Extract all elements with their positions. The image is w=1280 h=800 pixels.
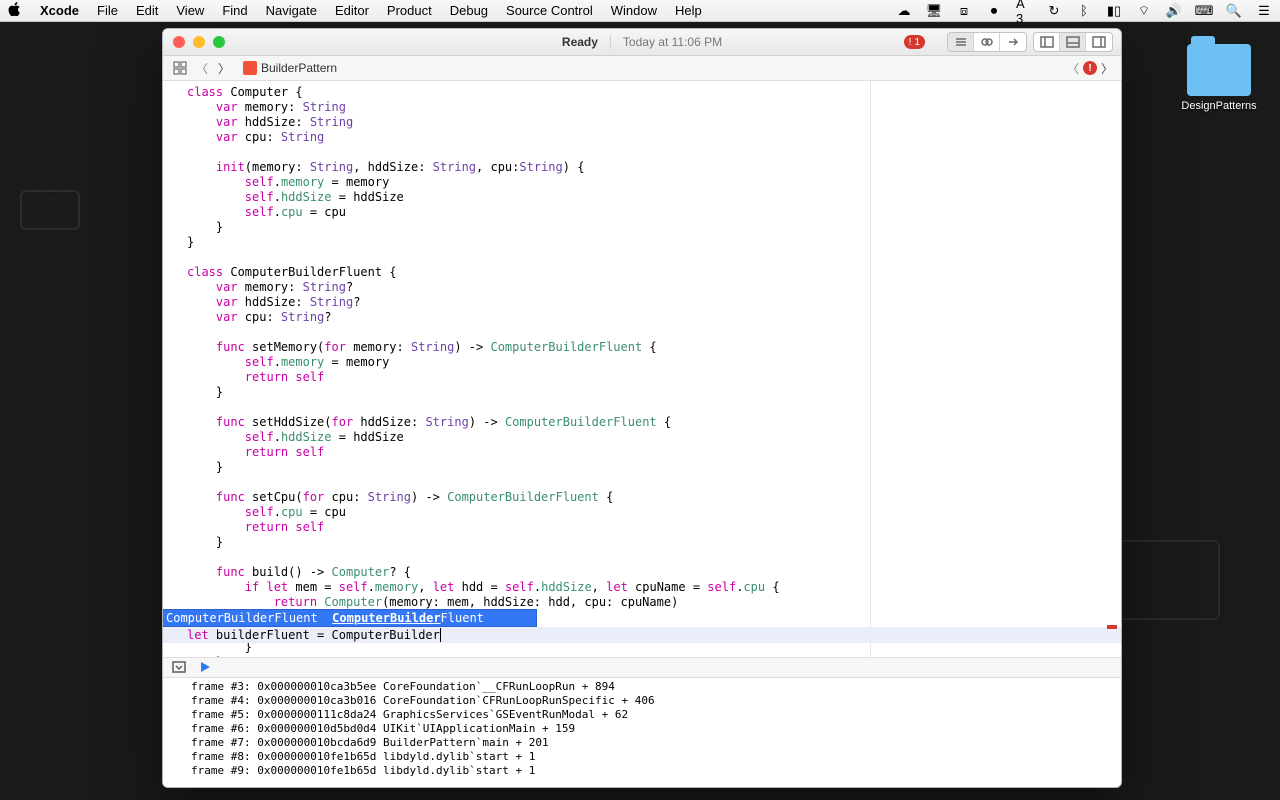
back-button[interactable]: 〈 <box>193 59 211 77</box>
forward-button[interactable]: 〉 <box>215 59 233 77</box>
error-count: 1 <box>914 37 920 48</box>
console-line: frame #6: 0x000000010d5bd0d4 UIKit`UIApp… <box>191 722 575 735</box>
version-editor-button[interactable] <box>1000 33 1026 51</box>
toggle-inspector-button[interactable] <box>1086 33 1112 51</box>
editor-mode-segment <box>947 32 1027 52</box>
menu-file[interactable]: File <box>97 3 118 18</box>
status-bluetooth-icon[interactable]: ᛒ <box>1076 4 1092 18</box>
console-line: frame #3: 0x000000010ca3b5ee CoreFoundat… <box>191 680 615 693</box>
panel-toggle-segment <box>1033 32 1113 52</box>
build-status: Ready <box>562 35 598 49</box>
folder-label: DesignPatterns <box>1176 100 1262 112</box>
window-titlebar: Ready Today at 11:06 PM ! 1 <box>163 29 1121 56</box>
toggle-console-button[interactable] <box>171 659 187 675</box>
apple-menu-icon[interactable] <box>8 2 22 19</box>
issue-badge[interactable]: ! <box>1083 61 1097 75</box>
error-icon: ! <box>909 37 912 48</box>
console-line: frame #4: 0x000000010ca3b016 CoreFoundat… <box>191 694 655 707</box>
status-volume-icon[interactable]: 🔊 <box>1166 4 1182 18</box>
desktop-folder[interactable]: DesignPatterns <box>1176 44 1262 112</box>
menu-edit[interactable]: Edit <box>136 3 158 18</box>
console-line: frame #7: 0x000000010bcda6d9 BuilderPatt… <box>191 736 549 749</box>
debug-console[interactable]: frame #3: 0x000000010ca3b5ee CoreFoundat… <box>163 678 1121 787</box>
autocomplete-popup[interactable]: C ComputerBuilderFluent ComputerBuilderF… <box>163 609 537 627</box>
menu-source-control[interactable]: Source Control <box>506 3 593 18</box>
status-cloud-icon[interactable]: ☁︎ <box>896 4 912 18</box>
status-keyboard-icon[interactable]: ⌨ <box>1196 4 1212 18</box>
minimap-gutter <box>871 81 1121 656</box>
assistant-editor-button[interactable] <box>974 33 1000 51</box>
next-issue-button[interactable]: 〉 <box>1101 60 1113 77</box>
status-display-icon[interactable]: 🖥 <box>926 4 942 18</box>
xcode-window: Ready Today at 11:06 PM ! 1 〈 〉 <box>162 28 1122 788</box>
status-wifi-icon[interactable]: ⌔ <box>1136 4 1152 18</box>
menu-navigate[interactable]: Navigate <box>266 3 317 18</box>
continue-button[interactable] <box>197 659 213 675</box>
menu-help[interactable]: Help <box>675 3 702 18</box>
completion-item: ComputerBuilderFluent ComputerBuilderFlu… <box>163 611 490 625</box>
menu-find[interactable]: Find <box>222 3 247 18</box>
current-typing-line[interactable]: let builderFluent = ComputerBuilder <box>163 627 1121 643</box>
menu-debug[interactable]: Debug <box>450 3 488 18</box>
status-camera-icon[interactable]: ⏺ <box>986 4 1002 18</box>
toggle-navigator-button[interactable] <box>1034 33 1060 51</box>
swift-file-icon <box>243 61 257 75</box>
status-battery-icon[interactable]: ▮▯ <box>1106 4 1122 18</box>
folder-icon <box>1187 44 1251 96</box>
status-timemachine-icon[interactable]: ↻ <box>1046 4 1062 18</box>
status-spotlight-icon[interactable]: 🔍 <box>1226 4 1242 18</box>
close-button[interactable] <box>173 36 185 48</box>
zoom-button[interactable] <box>213 36 225 48</box>
macos-menubar: Xcode File Edit View Find Navigate Edito… <box>0 0 1280 22</box>
status-adobe-icon[interactable]: A 3 <box>1016 4 1032 18</box>
editor-area: class Computer { var memory: String var … <box>163 81 1121 656</box>
status-notifications-icon[interactable]: ☰ <box>1256 4 1272 18</box>
breadcrumb[interactable]: BuilderPattern <box>243 61 337 75</box>
breadcrumb-label: BuilderPattern <box>261 61 337 75</box>
source-editor[interactable]: class Computer { var memory: String var … <box>163 81 871 656</box>
prev-issue-button[interactable]: 〈 <box>1067 60 1079 77</box>
menu-editor[interactable]: Editor <box>335 3 369 18</box>
toggle-debug-button[interactable] <box>1060 33 1086 51</box>
standard-editor-button[interactable] <box>948 33 974 51</box>
menu-view[interactable]: View <box>176 3 204 18</box>
console-line: frame #5: 0x0000000111c8da24 GraphicsSer… <box>191 708 628 721</box>
console-line: frame #8: 0x000000010fe1b65d libdyld.dyl… <box>191 750 535 763</box>
console-line: frame #9: 0x000000010fe1b65d libdyld.dyl… <box>191 764 535 777</box>
jump-bar: 〈 〉 BuilderPattern 〈 ! 〉 <box>163 56 1121 81</box>
error-line-flag[interactable] <box>1107 625 1117 629</box>
related-items-button[interactable] <box>171 59 189 77</box>
app-name[interactable]: Xcode <box>40 3 79 18</box>
menu-window[interactable]: Window <box>611 3 657 18</box>
debug-toolbar <box>163 657 1121 678</box>
build-subtitle: Today at 11:06 PM <box>610 35 722 49</box>
menu-product[interactable]: Product <box>387 3 432 18</box>
minimize-button[interactable] <box>193 36 205 48</box>
error-indicator[interactable]: ! 1 <box>904 35 925 49</box>
status-dropbox-icon[interactable]: ⧈ <box>956 4 972 18</box>
